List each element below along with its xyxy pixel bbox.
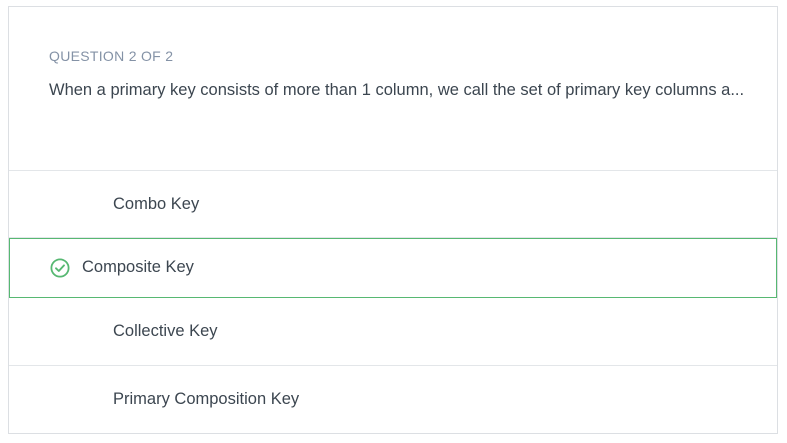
question-header: QUESTION 2 OF 2 When a primary key consi… <box>9 7 777 171</box>
check-circle-icon <box>50 258 70 278</box>
answer-option-collective-key[interactable]: Collective Key <box>9 298 777 366</box>
question-counter: QUESTION 2 OF 2 <box>49 48 174 64</box>
quiz-card: QUESTION 2 OF 2 When a primary key consi… <box>8 6 778 434</box>
answer-option-composite-key[interactable]: Composite Key <box>9 238 777 298</box>
answer-option-label: Composite Key <box>82 258 194 276</box>
answer-option-primary-composition-key[interactable]: Primary Composition Key <box>9 366 777 434</box>
question-prompt: When a primary key consists of more than… <box>49 81 745 99</box>
answer-option-label: Collective Key <box>113 322 218 340</box>
answer-option-label: Combo Key <box>113 195 200 213</box>
answer-option-combo-key[interactable]: Combo Key <box>9 171 777 238</box>
answer-option-label: Primary Composition Key <box>113 390 300 408</box>
